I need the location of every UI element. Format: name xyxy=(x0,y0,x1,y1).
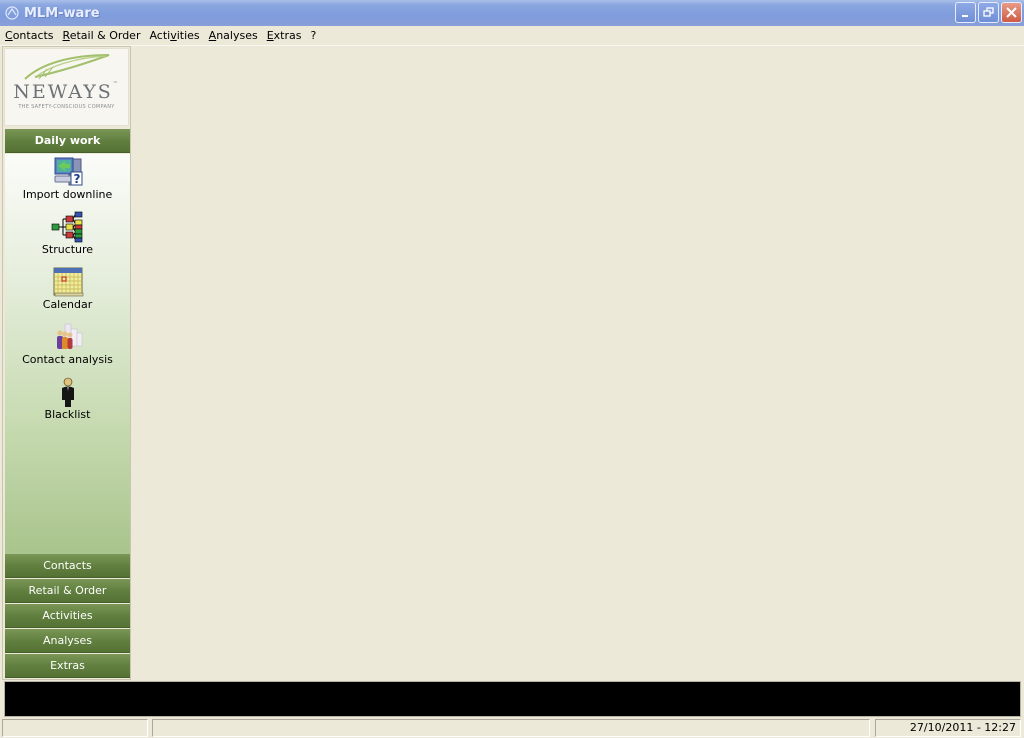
tool-label: Structure xyxy=(41,243,94,256)
group-activities[interactable]: Activities xyxy=(5,604,130,628)
title-bar[interactable]: MLM-ware xyxy=(0,0,1024,26)
tool-label: Contact analysis xyxy=(22,353,113,366)
black-person-icon xyxy=(51,376,85,408)
group-daily-work[interactable]: Daily work xyxy=(5,129,130,153)
minimize-button[interactable] xyxy=(955,2,976,23)
leaf-logo-icon xyxy=(23,54,109,80)
import-computer-icon: ? xyxy=(51,156,85,188)
navigation-panel: NEWAYS™ THE SAFETY-CONSCIOUS COMPANY Dai… xyxy=(2,46,131,680)
tool-label: Import downline xyxy=(22,188,113,201)
menu-contacts[interactable]: Contacts xyxy=(2,27,57,45)
tool-structure[interactable]: Structure xyxy=(5,209,130,264)
group-contacts[interactable]: Contacts xyxy=(5,554,130,578)
window-title: MLM-ware xyxy=(24,5,100,21)
status-cell-1 xyxy=(2,719,148,737)
menu-retail-order[interactable]: Retail & Order xyxy=(60,27,144,45)
people-chart-icon xyxy=(51,321,85,353)
company-logo: NEWAYS™ THE SAFETY-CONSCIOUS COMPANY xyxy=(4,48,129,126)
tool-label: Blacklist xyxy=(44,408,91,421)
svg-text:?: ? xyxy=(73,172,80,186)
group-retail-order[interactable]: Retail & Order xyxy=(5,579,130,603)
menu-activities[interactable]: Activities xyxy=(146,27,202,45)
menu-extras[interactable]: Extras xyxy=(264,27,305,45)
app-logo-icon[interactable] xyxy=(4,5,20,21)
daily-work-tools: ? Import downline Structure Calendar Con… xyxy=(5,154,130,554)
tool-calendar[interactable]: Calendar xyxy=(5,264,130,319)
menu-help[interactable]: ? xyxy=(308,27,320,45)
group-extras[interactable]: Extras xyxy=(5,654,130,678)
brand-name: NEWAYS xyxy=(13,81,113,103)
close-button[interactable] xyxy=(1001,2,1022,23)
restore-button[interactable] xyxy=(978,2,999,23)
status-bar: 27/10/2011 - 12:27 xyxy=(0,718,1024,738)
close-icon xyxy=(1006,7,1017,18)
status-cell-2 xyxy=(152,719,870,737)
tree-structure-icon xyxy=(51,211,85,243)
tool-import-downline[interactable]: ? Import downline xyxy=(5,154,130,209)
status-datetime: 27/10/2011 - 12:27 xyxy=(875,719,1021,737)
menu-analyses[interactable]: Analyses xyxy=(206,27,261,45)
output-panel xyxy=(4,681,1021,717)
main-workspace xyxy=(133,46,1024,680)
menu-bar: Contacts Retail & Order Activities Analy… xyxy=(0,26,1024,46)
minimize-icon xyxy=(962,15,968,17)
restore-icon xyxy=(983,7,994,17)
brand-tagline: THE SAFETY-CONSCIOUS COMPANY xyxy=(18,104,115,110)
calendar-icon xyxy=(51,266,85,298)
tool-blacklist[interactable]: Blacklist xyxy=(5,374,130,429)
group-analyses[interactable]: Analyses xyxy=(5,629,130,653)
tool-contact-analysis[interactable]: Contact analysis xyxy=(5,319,130,374)
trademark: ™ xyxy=(112,81,120,87)
tool-label: Calendar xyxy=(42,298,93,311)
